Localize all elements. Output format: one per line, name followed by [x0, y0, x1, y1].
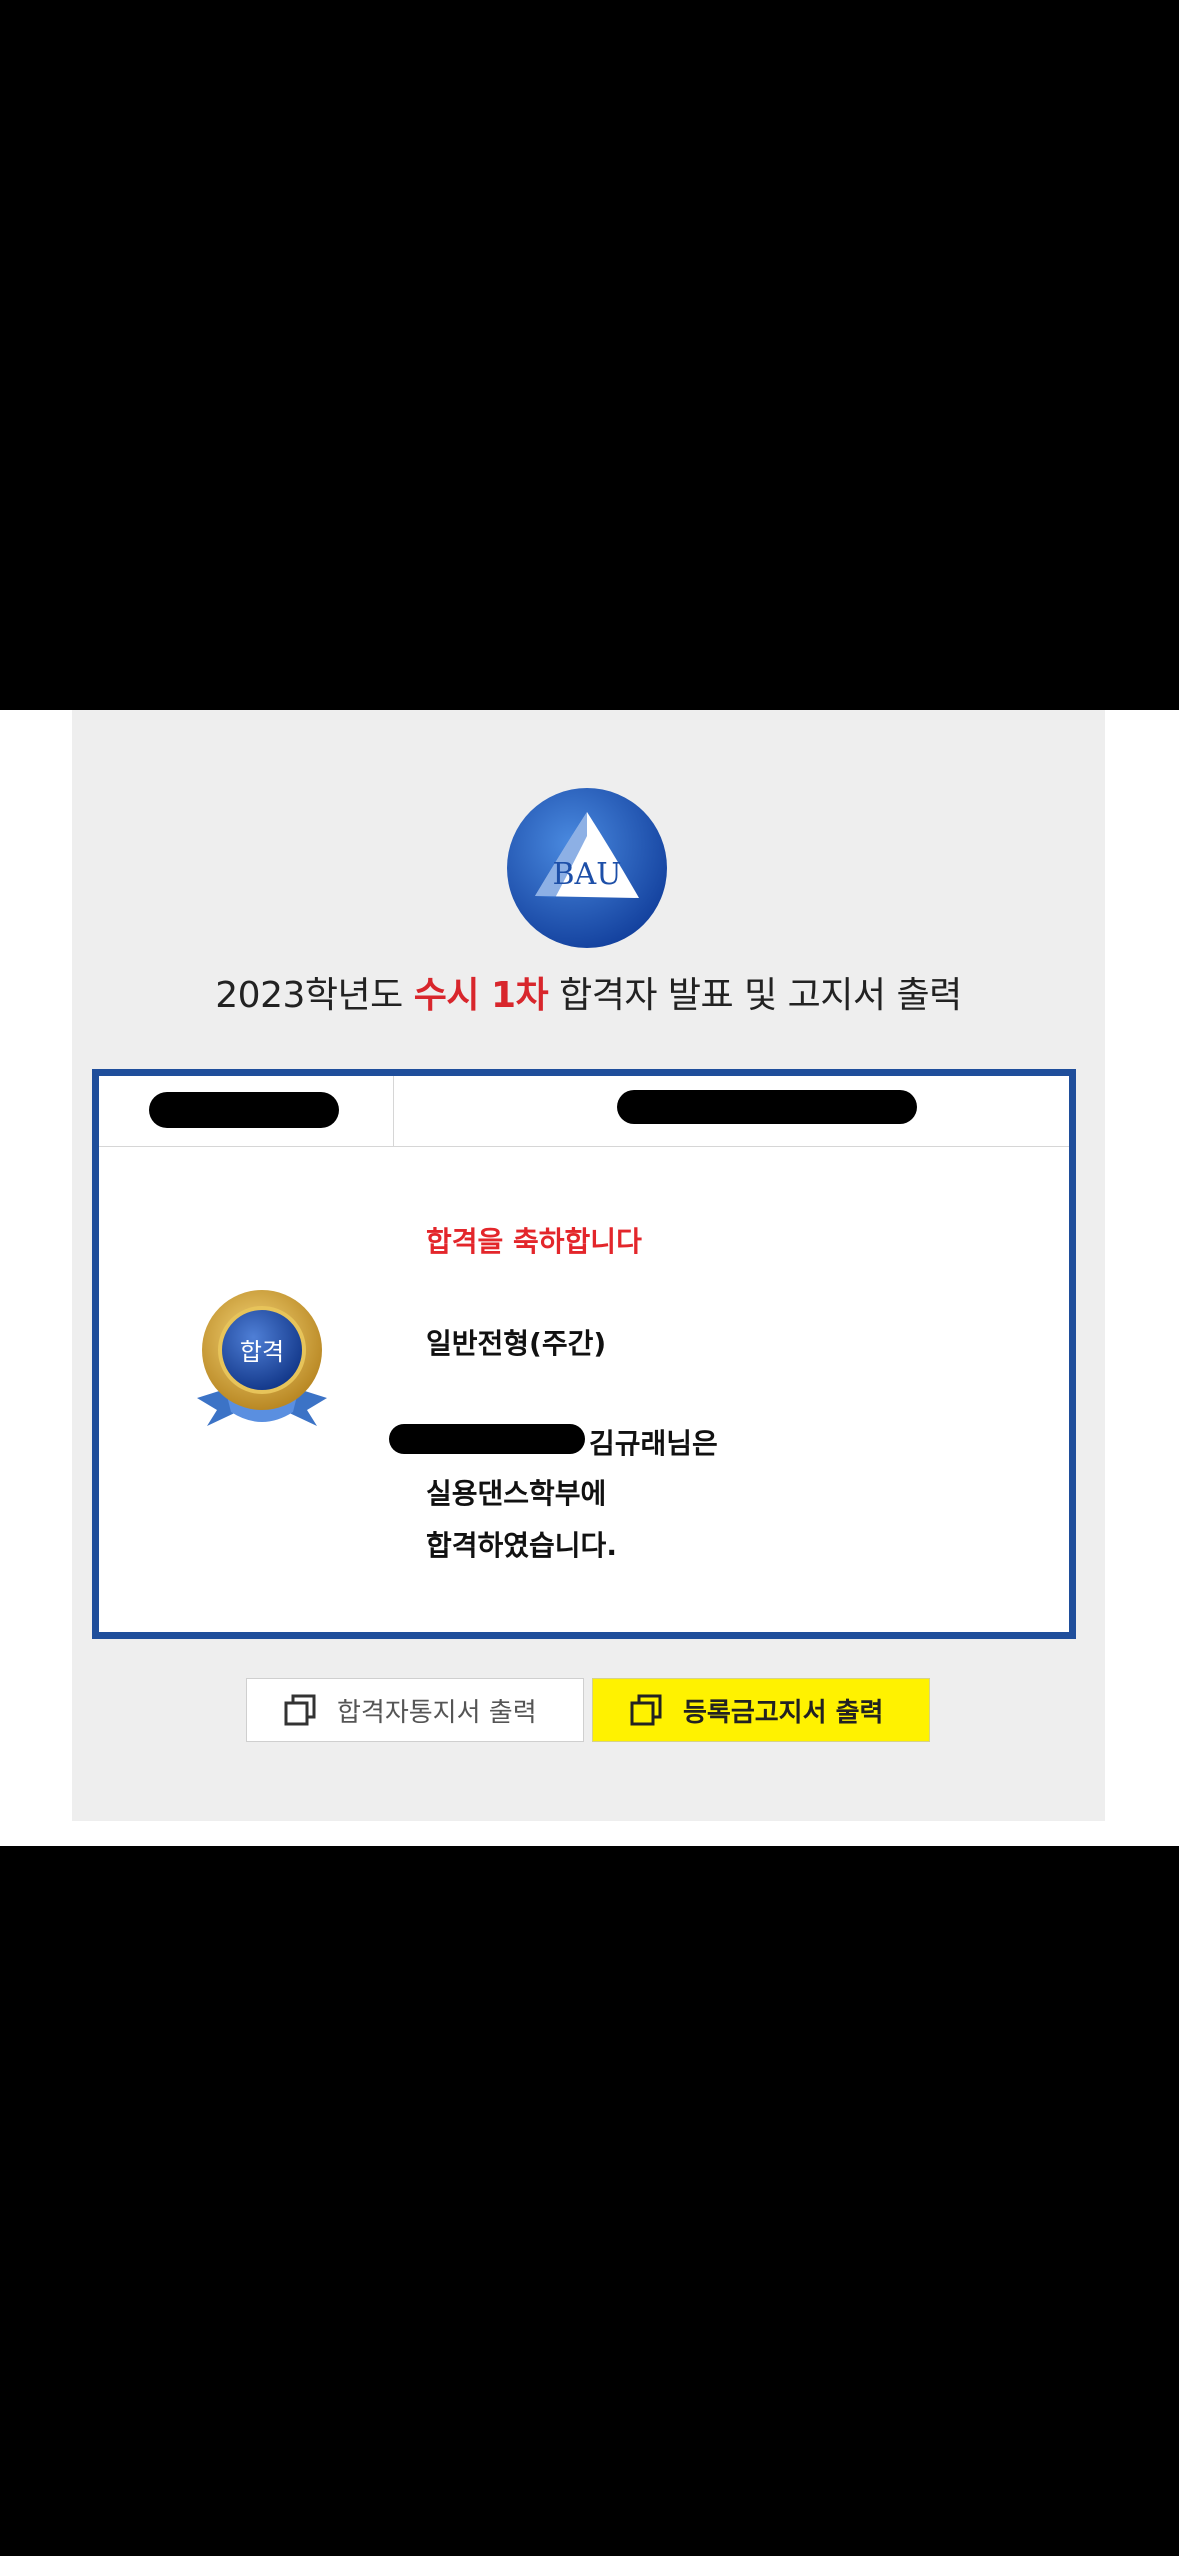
title-highlight: 수시 1차: [413, 975, 549, 1016]
print-icon: [284, 1694, 316, 1726]
congrats-message: 합격을 축하합니다: [426, 1225, 642, 1258]
notice-button-label: 합격자통지서 출력: [337, 1697, 537, 1728]
applicant-info-row: [99, 1076, 1069, 1147]
pass-badge-icon: 합격: [197, 1290, 327, 1426]
result-line: 합격하였습니다.: [426, 1529, 617, 1562]
result-panel: BAU 2023학년도 수시 1차 합격자 발표 및 고지서 출력 합격 합격을…: [72, 710, 1105, 1821]
redaction-mark: [389, 1424, 585, 1454]
admission-type: 일반전형(주간): [426, 1327, 607, 1360]
print-icon: [630, 1694, 662, 1726]
title-suffix: 합격자 발표 및 고지서 출력: [548, 975, 962, 1016]
applicant-name-line: 김규래님은: [589, 1427, 718, 1460]
info-divider: [393, 1076, 394, 1146]
redaction-mark: [149, 1092, 339, 1128]
svg-text:BAU: BAU: [553, 857, 622, 892]
result-box: 합격 합격을 축하합니다 일반전형(주간) 김규래님은 실용댄스학부에 합격하였…: [92, 1069, 1076, 1639]
print-acceptance-notice-button[interactable]: 합격자통지서 출력: [246, 1678, 584, 1742]
title-prefix: 2023학년도: [215, 975, 414, 1016]
redaction-mark: [617, 1090, 917, 1124]
page-title: 2023학년도 수시 1차 합격자 발표 및 고지서 출력: [72, 966, 1105, 1018]
department-line: 실용댄스학부에: [426, 1477, 607, 1510]
print-tuition-bill-button[interactable]: 등록금고지서 출력: [592, 1678, 930, 1742]
university-logo: BAU: [507, 788, 667, 948]
fee-button-label: 등록금고지서 출력: [683, 1697, 884, 1728]
svg-text:합격: 합격: [240, 1338, 284, 1366]
